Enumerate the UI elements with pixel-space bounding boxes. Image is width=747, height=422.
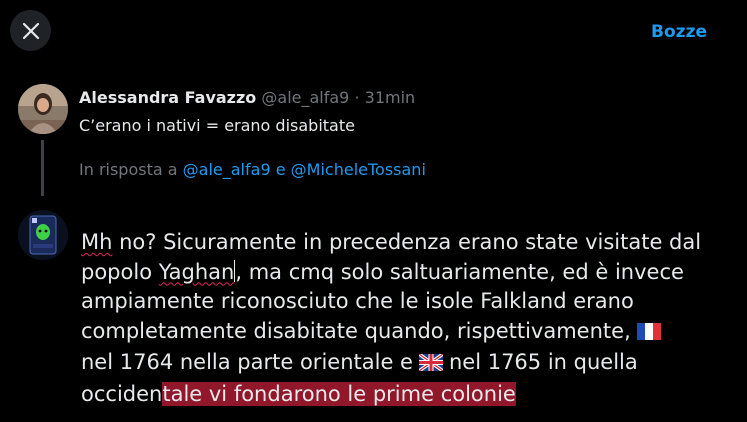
tweet-text: C’erano i nativi = erano disabitate	[79, 116, 355, 135]
reply-to-line: In risposta a @ale_alfa9 e @MicheleTossa…	[79, 160, 426, 179]
composer-text: , ma cmq solo saltuariamente, ed è invec…	[235, 259, 684, 284]
misspelled-word[interactable]: Mh	[81, 230, 112, 254]
composer-line: occidentale vi fondarono le prime coloni…	[81, 380, 721, 410]
close-icon	[22, 22, 39, 39]
author-name[interactable]: Alessandra Favazzo	[79, 88, 256, 107]
france-flag-icon	[636, 319, 661, 349]
meta-separator: ·	[354, 88, 360, 107]
composer-line: popolo Yaghan, ma cmq solo saltuariament…	[81, 258, 721, 288]
reply-composer-textarea[interactable]: Mh no? Sicuramente in precedenza erano s…	[81, 228, 721, 409]
composer-text: no? Sicuramente in precedenza erano stat…	[112, 230, 702, 254]
tweet-time: 31min	[364, 88, 416, 107]
uk-flag-icon	[417, 350, 444, 380]
over-limit-text: tale vi fondarono le prime colonie	[162, 381, 516, 406]
drafts-button[interactable]: Bozze	[651, 22, 707, 42]
user-avatar[interactable]	[18, 210, 68, 260]
composer-line: completamente disabitate quando, rispett…	[81, 317, 721, 349]
composer-text: nel 1765 in quella	[448, 350, 638, 374]
author-avatar[interactable]	[18, 84, 68, 134]
tweet-header: Alessandra Favazzo @ale_alfa9 · 31min	[79, 88, 415, 107]
reply-and: e	[275, 160, 286, 179]
composer-text: nel 1764 nella parte orientale e	[81, 350, 413, 374]
composer-line: nel 1764 nella parte orientale e nel 1765…	[81, 348, 721, 380]
composer-line: ampiamente riconosciuto che le isole Fal…	[81, 289, 634, 313]
reply-prefix: In risposta a	[79, 160, 178, 179]
close-button[interactable]	[10, 10, 51, 51]
author-handle[interactable]: @ale_alfa9	[261, 88, 349, 107]
composer-text: completamente disabitate quando, rispett…	[81, 318, 631, 343]
thread-connector	[41, 140, 44, 196]
avatar-card-image	[18, 210, 68, 260]
avatar-photo	[18, 84, 68, 134]
composer-line: Mh no? Sicuramente in precedenza erano s…	[81, 228, 721, 258]
reply-mention-link[interactable]: @ale_alfa9	[183, 160, 271, 179]
reply-mention-link[interactable]: @MicheleTossani	[291, 160, 426, 179]
composer-text: occiden	[81, 381, 163, 406]
composer-text: popolo	[81, 259, 159, 284]
misspelled-word[interactable]: Yaghan	[159, 260, 235, 284]
